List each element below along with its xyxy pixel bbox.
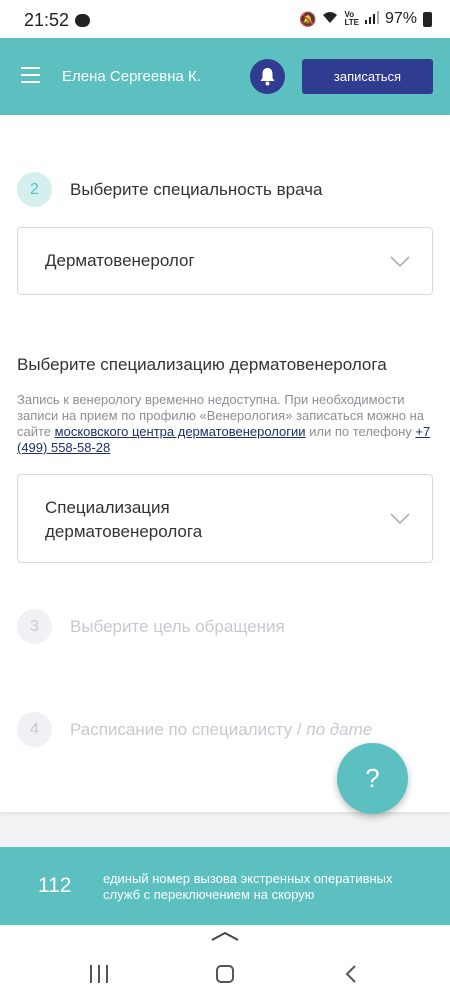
back-icon[interactable] <box>344 965 358 983</box>
specialty-select[interactable]: Дерматовенеролог <box>17 227 433 295</box>
step-number: 4 <box>17 712 52 747</box>
system-nav-bar <box>0 925 450 1000</box>
section-title: Выберите специализацию дерматовенеролога <box>17 355 387 374</box>
step-title: Расписание по специалисту / по дате <box>70 720 372 740</box>
step-title: Выберите цель обращения <box>70 617 285 636</box>
step-number: 2 <box>17 172 52 207</box>
schedule-by-date: по дате <box>306 720 373 739</box>
user-name[interactable]: Елена Сергеевна К. <box>62 68 201 85</box>
battery-percent: 97% <box>384 10 417 27</box>
message-icon <box>75 14 90 27</box>
recent-apps-icon[interactable] <box>89 965 109 983</box>
title-separator: / <box>292 720 307 739</box>
help-button[interactable]: ? <box>337 743 408 814</box>
signal-icon <box>364 11 379 27</box>
appointment-form: 2 Выберите специальность врача Дерматове… <box>0 115 450 812</box>
step-purpose: 3 Выберите цель обращения <box>17 609 437 645</box>
wifi-icon <box>322 11 338 27</box>
notifications-button[interactable] <box>250 59 285 94</box>
specialization-select[interactable]: Специализация дерматовенеролога <box>17 474 433 563</box>
mute-icon: 🔕 <box>299 10 317 27</box>
status-time: 21:52 <box>24 10 70 30</box>
home-icon[interactable] <box>216 965 234 983</box>
bell-icon <box>260 68 275 86</box>
emergency-number[interactable]: 112 <box>38 874 71 898</box>
emergency-text: единый номер вызова экстренных оперативн… <box>103 871 393 902</box>
chevron-down-icon <box>390 256 410 268</box>
chevron-down-icon <box>390 513 410 525</box>
center-link[interactable]: московского центра дерматовенерологии <box>55 424 306 439</box>
step-number: 3 <box>17 609 52 644</box>
step-title: Выберите специальность врача <box>70 180 323 199</box>
specialty-value: Дерматовенеролог <box>45 251 195 270</box>
status-bar: 21:52 🔕 Vo LTE 97% <box>0 0 450 38</box>
specialization-placeholder: Специализация дерматовенеролога <box>45 498 203 541</box>
status-icons: 🔕 Vo LTE 97% <box>299 10 432 28</box>
app-header: Елена Сергеевна К. записаться <box>0 38 450 115</box>
emergency-banner: 112 единый номер вызова экстренных опера… <box>0 847 450 925</box>
schedule-by-specialist: Расписание по специалисту <box>70 720 293 739</box>
step-specialty: 2 Выберите специальность врача <box>17 172 437 208</box>
battery-icon <box>423 11 432 27</box>
signup-button[interactable]: записаться <box>302 59 433 94</box>
volte-icon: Vo LTE <box>344 10 359 27</box>
venerology-notice: Запись к венерологу временно недоступна.… <box>17 392 437 456</box>
notice-text-mid: или по телефону <box>305 424 416 439</box>
chevron-up-icon[interactable] <box>211 931 239 941</box>
menu-icon[interactable] <box>21 67 40 83</box>
